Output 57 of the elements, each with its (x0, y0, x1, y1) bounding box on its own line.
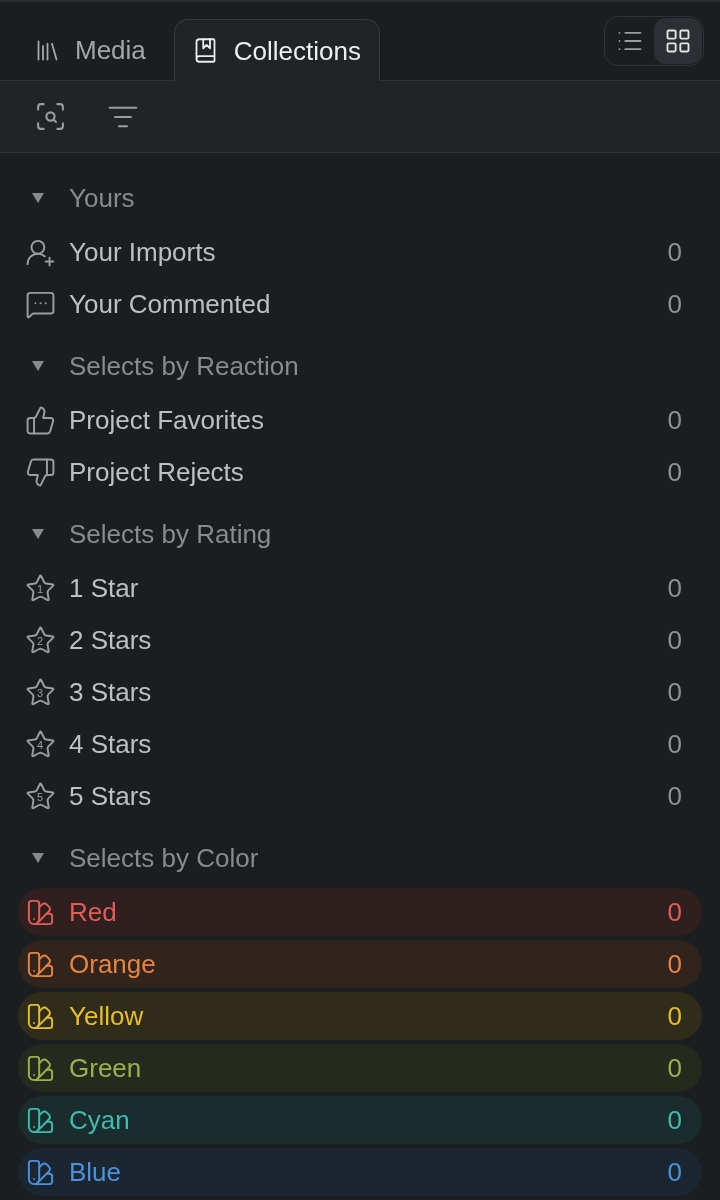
collection-name[interactable]: Project Favorites (69, 407, 265, 433)
scan-search-icon[interactable] (34, 100, 67, 133)
section-header[interactable]: Selects by Reaction (0, 338, 720, 394)
color-collection-item[interactable]: Green 0 (18, 1044, 702, 1092)
collection-name[interactable]: 5 Stars (69, 783, 152, 809)
color-collection-item[interactable]: Yellow 0 (18, 992, 702, 1040)
item-count: 0 (667, 575, 682, 601)
grid-view-button[interactable] (654, 18, 702, 64)
star-icon (24, 572, 56, 604)
star-number: 2 (36, 636, 44, 647)
item-count: 0 (667, 783, 682, 809)
color-name: Blue (69, 1159, 122, 1185)
item-count: 0 (667, 1159, 682, 1185)
item-count: 0 (667, 627, 682, 653)
star-number: 1 (36, 584, 44, 595)
collection-name[interactable]: Project Rejects (69, 459, 244, 485)
item-count: 0 (667, 679, 682, 705)
star-icon (24, 780, 56, 812)
thumbs-down-icon (24, 456, 56, 488)
star-icon (24, 728, 56, 760)
color-name: Green (69, 1055, 142, 1081)
section-header[interactable]: Yours (0, 170, 720, 226)
collection-name[interactable]: 2 Stars (69, 627, 152, 653)
star-icon (24, 624, 56, 656)
item-count: 0 (667, 459, 682, 485)
color-name: Orange (69, 951, 156, 977)
collection-name[interactable]: 1 Star (69, 575, 139, 601)
color-collection-item[interactable]: Red 0 (18, 888, 702, 936)
item-count: 0 (667, 1003, 682, 1029)
item-count: 0 (667, 1055, 682, 1081)
color-collection-item[interactable]: Cyan 0 (18, 1096, 702, 1144)
item-count: 0 (667, 1107, 682, 1133)
item-count: 0 (667, 899, 682, 925)
item-count: 0 (667, 239, 682, 265)
color-collection-item[interactable]: Blue 0 (18, 1148, 702, 1196)
collection-name[interactable]: 3 Stars (69, 679, 152, 705)
star-icon (24, 676, 56, 708)
color-name: Yellow (69, 1003, 144, 1029)
collection-name[interactable]: 4 Stars (69, 731, 152, 757)
color-name: Red (69, 899, 117, 925)
item-count: 0 (667, 291, 682, 317)
collection-name[interactable]: Your Imports (69, 239, 216, 265)
star-number: 5 (36, 792, 44, 803)
color-name: Cyan (69, 1107, 130, 1133)
collection-name[interactable]: Your Commented (69, 291, 271, 317)
star-number: 3 (36, 688, 44, 699)
star-number: 4 (36, 740, 44, 751)
item-count: 0 (667, 407, 682, 433)
section-header[interactable]: Selects by Rating (0, 506, 720, 562)
grid-icon (664, 27, 692, 55)
section-header[interactable]: Selects by Color (0, 830, 720, 886)
color-collection-item[interactable]: Orange 0 (18, 940, 702, 988)
thumbs-up-icon (24, 404, 56, 436)
item-count: 0 (667, 951, 682, 977)
tab[interactable]: Media (18, 19, 162, 81)
tab[interactable]: Collections (173, 19, 380, 81)
item-count: 0 (667, 731, 682, 757)
